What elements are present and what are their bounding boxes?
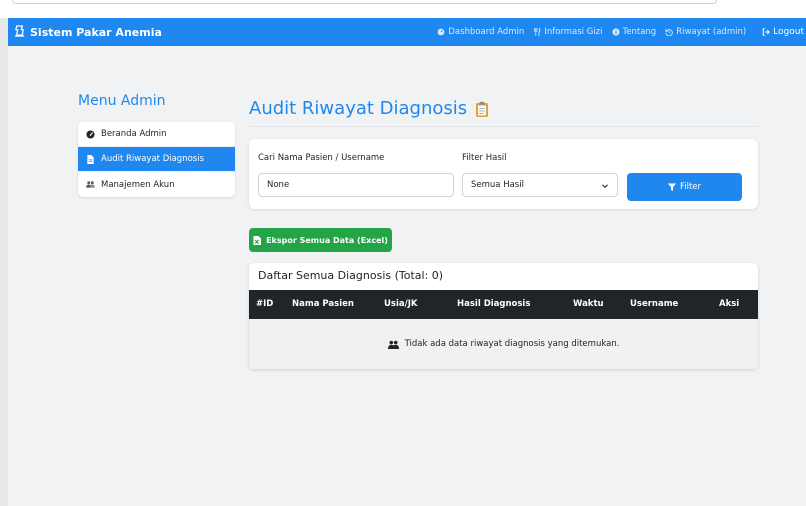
search-input-value: None: [267, 180, 290, 190]
chevron-down-icon: [602, 184, 608, 189]
sidebar-title: Menu Admin: [78, 93, 166, 109]
column-header-username: Username: [630, 299, 679, 309]
brand-label: Sistem Pakar Anemia: [30, 26, 162, 39]
brand-icon: [14, 25, 25, 40]
navbar-brand[interactable]: Sistem Pakar Anemia: [14, 25, 162, 40]
empty-table-message: Tidak ada data riwayat diagnosis yang di…: [404, 339, 620, 349]
funnel-icon: [667, 183, 676, 191]
navbar-links: Dashboard Admin Informasi Gizi Tentang R…: [437, 18, 804, 46]
history-icon: [665, 29, 673, 36]
sidebar-menu: Beranda Admin Audit Riwayat Diagnosis Ma…: [78, 122, 235, 197]
utensils-icon: [534, 28, 541, 36]
nav-link-riwayat-admin[interactable]: Riwayat (admin): [665, 27, 746, 37]
nav-link-label: Tentang: [622, 27, 657, 37]
filter-button-label: Filter: [679, 182, 702, 192]
excel-file-icon: [253, 235, 262, 245]
page-title-text: Audit Riwayat Diagnosis: [249, 98, 468, 119]
logout-icon: [762, 28, 771, 36]
column-header-hasil-diagnosis: Hasil Diagnosis: [457, 299, 531, 309]
file-icon: [87, 154, 94, 164]
nav-link-label: Dashboard Admin: [448, 27, 525, 37]
dashboard-icon: [438, 28, 445, 36]
column-header-id: #ID: [256, 299, 274, 309]
top-navbar: Sistem Pakar Anemia Dashboard Admin Info…: [8, 18, 806, 46]
sidebar-item-label: Beranda Admin: [101, 129, 167, 139]
table-body: Tidak ada data riwayat diagnosis yang di…: [249, 319, 758, 369]
info-icon: [611, 28, 620, 36]
title-divider: [249, 126, 758, 127]
nav-link-label: Informasi Gizi: [544, 27, 603, 37]
column-header-usia-jk: Usia/JK: [384, 299, 418, 309]
filter-card: Cari Nama Pasien / Username None Filter …: [249, 139, 758, 209]
nav-link-tentang[interactable]: Tentang: [611, 27, 657, 37]
export-excel-button[interactable]: Ekspor Semua Data (Excel): [249, 228, 392, 252]
result-filter-label: Filter Hasil: [462, 153, 507, 163]
page-frame: Sistem Pakar Anemia Dashboard Admin Info…: [8, 18, 806, 506]
filter-button[interactable]: Filter: [627, 173, 742, 201]
result-filter-value: Semua Hasil: [471, 180, 524, 190]
browser-address-bar-edge: [12, 0, 717, 4]
sidebar-item-manajemen-akun[interactable]: Manajemen Akun: [78, 172, 235, 197]
search-input[interactable]: None: [258, 173, 454, 197]
table-title: Daftar Semua Diagnosis (Total: 0): [258, 269, 444, 282]
sidebar-item-label: Manajemen Akun: [101, 179, 175, 190]
nav-link-informasi-gizi[interactable]: Informasi Gizi: [533, 27, 603, 37]
sidebar-item-label: Audit Riwayat Diagnosis: [101, 154, 205, 164]
clipboard-icon: [476, 101, 489, 117]
nav-link-label: Riwayat (admin): [676, 27, 747, 37]
nav-link-dashboard-admin[interactable]: Dashboard Admin: [437, 27, 524, 37]
column-header-aksi: Aksi: [719, 299, 740, 309]
diagnosis-table-card: Daftar Semua Diagnosis (Total: 0) #ID Na…: [249, 263, 758, 369]
page-title: Audit Riwayat Diagnosis: [249, 98, 489, 119]
table-header: #ID Nama Pasien Usia/JK Hasil Diagnosis …: [249, 290, 758, 319]
column-header-nama-pasien: Nama Pasien: [292, 299, 354, 309]
users-icon: [86, 181, 95, 188]
users-icon: [387, 340, 399, 349]
sidebar-item-audit-riwayat-diagnosis[interactable]: Audit Riwayat Diagnosis: [78, 147, 235, 172]
export-button-label: Ekspor Semua Data (Excel): [266, 235, 388, 245]
logout-label: Logout: [773, 27, 804, 37]
result-filter-select[interactable]: Semua Hasil: [462, 173, 618, 197]
browser-top-strip: [0, 0, 806, 18]
empty-table-row: Tidak ada data riwayat diagnosis yang di…: [249, 319, 758, 369]
column-header-waktu: Waktu: [573, 299, 604, 309]
dashboard-icon: [86, 129, 95, 139]
logout-link[interactable]: Logout: [762, 27, 804, 37]
search-label: Cari Nama Pasien / Username: [258, 153, 385, 163]
sidebar-item-beranda-admin[interactable]: Beranda Admin: [78, 122, 235, 147]
